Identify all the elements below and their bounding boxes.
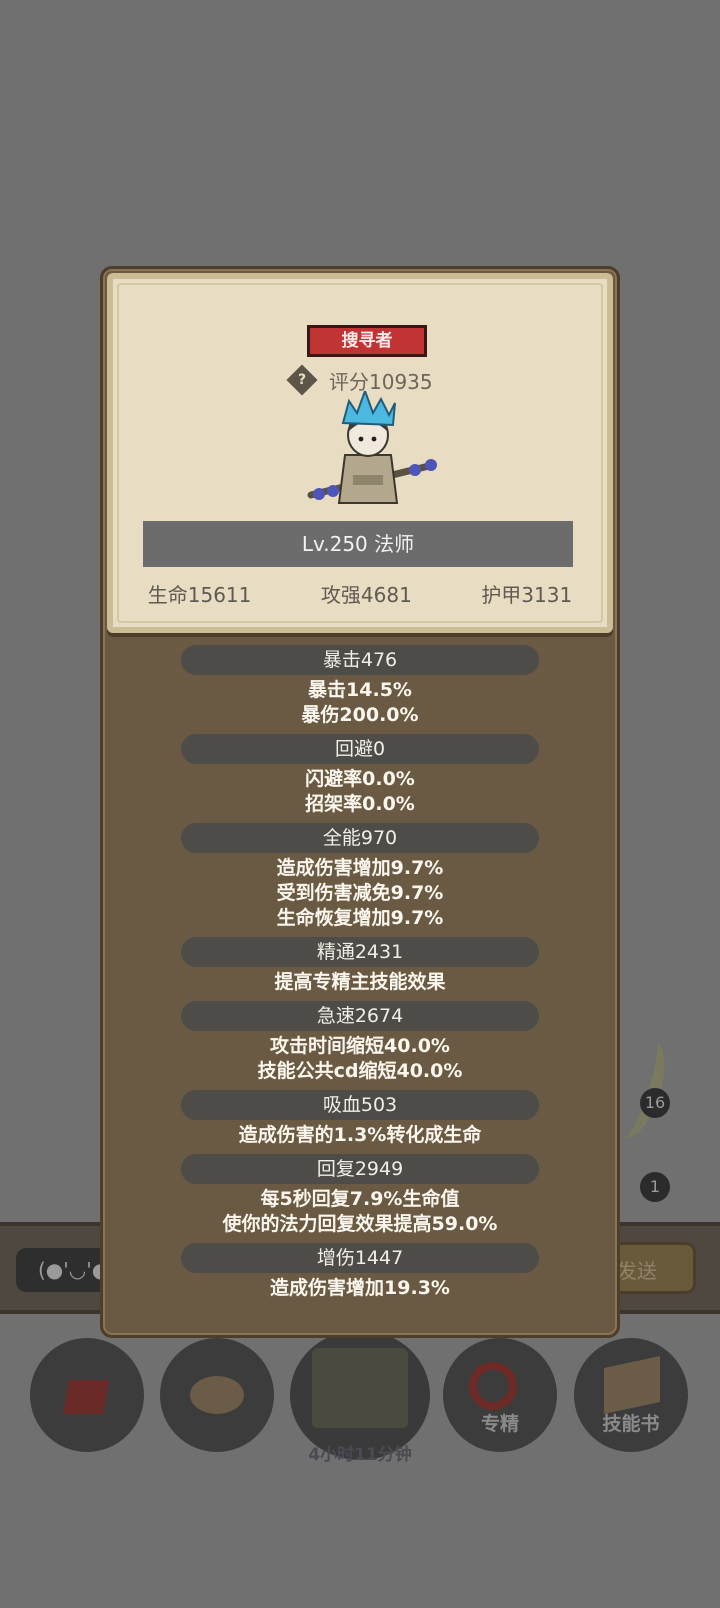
stat-group: 增伤1447 造成伤害增加19.3%	[103, 1243, 617, 1301]
food-button[interactable]	[160, 1338, 274, 1452]
mastery-label: 专精	[480, 1413, 519, 1435]
character-card: 搜寻者 ? 评分10935 Lv.250 法师 生命15611 攻强4681 护…	[107, 273, 613, 633]
stat-detail-line: 造成伤害增加9.7%	[276, 857, 444, 879]
stat-group-header: 暴击476	[181, 645, 539, 675]
stat-detail-line: 暴伤200.0%	[301, 704, 419, 726]
stat-group: 精通2431 提高专精主技能效果	[103, 937, 617, 995]
stat-group-header: 全能970	[181, 823, 539, 853]
stat-detail-line: 每5秒回复7.9%生命值	[260, 1188, 460, 1210]
level-class-bar: Lv.250 法师	[143, 521, 573, 567]
class-badge: 搜寻者	[307, 325, 427, 357]
stat-group: 回复2949 每5秒回复7.9%生命值使你的法力回复效果提高59.0%	[103, 1154, 617, 1237]
gift-button[interactable]	[30, 1338, 144, 1452]
stat-detail-line: 使你的法力回复效果提高59.0%	[222, 1213, 498, 1235]
mastery-button[interactable]: 专精	[443, 1338, 557, 1452]
notification-badge: 1	[640, 1172, 670, 1202]
score-text: 评分10935	[329, 369, 433, 394]
stat-detail-line: 提高专精主技能效果	[274, 971, 446, 993]
stat-group: 吸血503 造成伤害的1.3%转化成生命	[103, 1090, 617, 1148]
stat-group-header: 增伤1447	[181, 1243, 539, 1273]
target-arrow-icon	[469, 1362, 517, 1410]
treasure-chest-icon	[312, 1348, 408, 1428]
stat-group: 全能970 造成伤害增加9.7% 受到伤害减免9.7% 生命恢复增加9.7%	[103, 823, 617, 931]
secondary-stats-list: 暴击476 暴击14.5% 暴伤200.0% 回避0 闪避率0.0% 招架率0.0% 全能9…	[103, 645, 617, 1301]
armor-stat: 护甲3131	[481, 583, 573, 607]
question-mark-icon[interactable]: ?	[286, 364, 318, 396]
skill-book-button[interactable]: 技能书	[574, 1338, 688, 1452]
stat-group-header: 精通2431	[181, 937, 539, 967]
main-stats-row: 生命15611 攻强4681 护甲3131	[113, 579, 607, 608]
skill-book-icon	[604, 1356, 660, 1414]
stat-detail-line: 造成伤害的1.3%转化成生命	[238, 1124, 482, 1146]
gift-box-icon	[63, 1380, 109, 1414]
bread-icon	[190, 1376, 244, 1414]
character-detail-modal[interactable]: 搜寻者 ? 评分10935 Lv.250 法师 生命15611 攻强4681 护…	[100, 266, 620, 1338]
chest-timer: 4小时11分钟	[308, 1445, 412, 1465]
stat-group-header: 急速2674	[181, 1001, 539, 1031]
attack-power-stat: 攻强4681	[320, 583, 412, 607]
hp-stat: 生命15611	[147, 583, 252, 607]
skill-book-label: 技能书	[602, 1413, 660, 1435]
stat-detail-line: 攻击时间缩短40.0%	[270, 1035, 450, 1057]
notification-badge: 16	[640, 1088, 670, 1118]
stat-detail-line: 技能公共cd缩短40.0%	[257, 1060, 463, 1082]
hero-avatar	[307, 391, 437, 504]
stat-group: 回避0 闪避率0.0% 招架率0.0%	[103, 734, 617, 817]
stat-detail-line: 招架率0.0%	[305, 793, 415, 815]
stat-detail-line: 造成伤害增加19.3%	[270, 1277, 450, 1299]
stat-detail-line: 闪避率0.0%	[305, 768, 415, 790]
stat-group: 暴击476 暴击14.5% 暴伤200.0%	[103, 645, 617, 728]
stat-detail-line: 生命恢复增加9.7%	[276, 907, 444, 929]
stat-detail-line: 受到伤害减免9.7%	[276, 882, 444, 904]
score-row: ? 评分10935	[286, 364, 433, 396]
stat-group-header: 回避0	[181, 734, 539, 764]
stat-group: 急速2674 攻击时间缩短40.0% 技能公共cd缩短40.0%	[103, 1001, 617, 1084]
stat-detail-line: 暴击14.5%	[308, 679, 412, 701]
stat-group-header: 吸血503	[181, 1090, 539, 1120]
stat-group-header: 回复2949	[181, 1154, 539, 1184]
